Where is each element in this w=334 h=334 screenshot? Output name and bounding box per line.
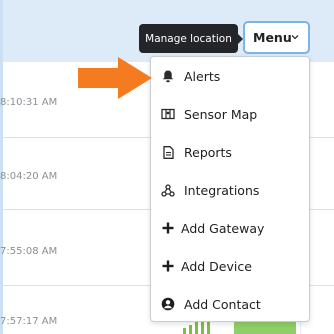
menu-item-label: Add Device	[181, 258, 252, 274]
manage-location-tooltip: Manage location	[139, 24, 243, 53]
menu-dropdown: Alerts Sensor Map Reports Integrations A…	[150, 56, 310, 322]
document-icon	[161, 145, 175, 159]
menu-item-label: Reports	[184, 144, 232, 160]
menu-item-label: Integrations	[184, 182, 260, 198]
row-timestamp: 8:10:31 AM	[0, 97, 58, 108]
user-circle-icon	[161, 297, 175, 311]
webhook-icon	[161, 183, 175, 197]
menu-button[interactable]: Menu	[243, 21, 310, 54]
row-timestamp: 7:57:17 AM	[0, 316, 58, 327]
menu-item-sensor-map[interactable]: Sensor Map	[151, 95, 309, 133]
menu-button-label: Menu	[253, 30, 292, 45]
menu-item-label: Add Gateway	[181, 220, 265, 236]
menu-item-integrations[interactable]: Integrations	[151, 171, 309, 209]
menu-item-reports[interactable]: Reports	[151, 133, 309, 171]
menu-item-label: Add Contact	[184, 296, 261, 312]
pointer-arrow-icon	[78, 57, 152, 99]
chevron-down-icon	[291, 35, 299, 40]
menu-item-label: Sensor Map	[184, 106, 258, 122]
menu-item-add-gateway[interactable]: Add Gateway	[151, 209, 309, 247]
menu-item-alerts[interactable]: Alerts	[151, 57, 309, 95]
menu-item-add-device[interactable]: Add Device	[151, 247, 309, 285]
bell-icon	[161, 69, 175, 83]
row-timestamp: 8:04:20 AM	[0, 171, 58, 182]
menu-item-label: Alerts	[184, 68, 221, 84]
map-icon	[161, 107, 175, 121]
plus-icon	[161, 221, 175, 235]
plus-icon	[161, 259, 175, 273]
row-timestamp: 7:55:08 AM	[0, 246, 58, 257]
menu-item-add-contact[interactable]: Add Contact	[151, 285, 309, 323]
